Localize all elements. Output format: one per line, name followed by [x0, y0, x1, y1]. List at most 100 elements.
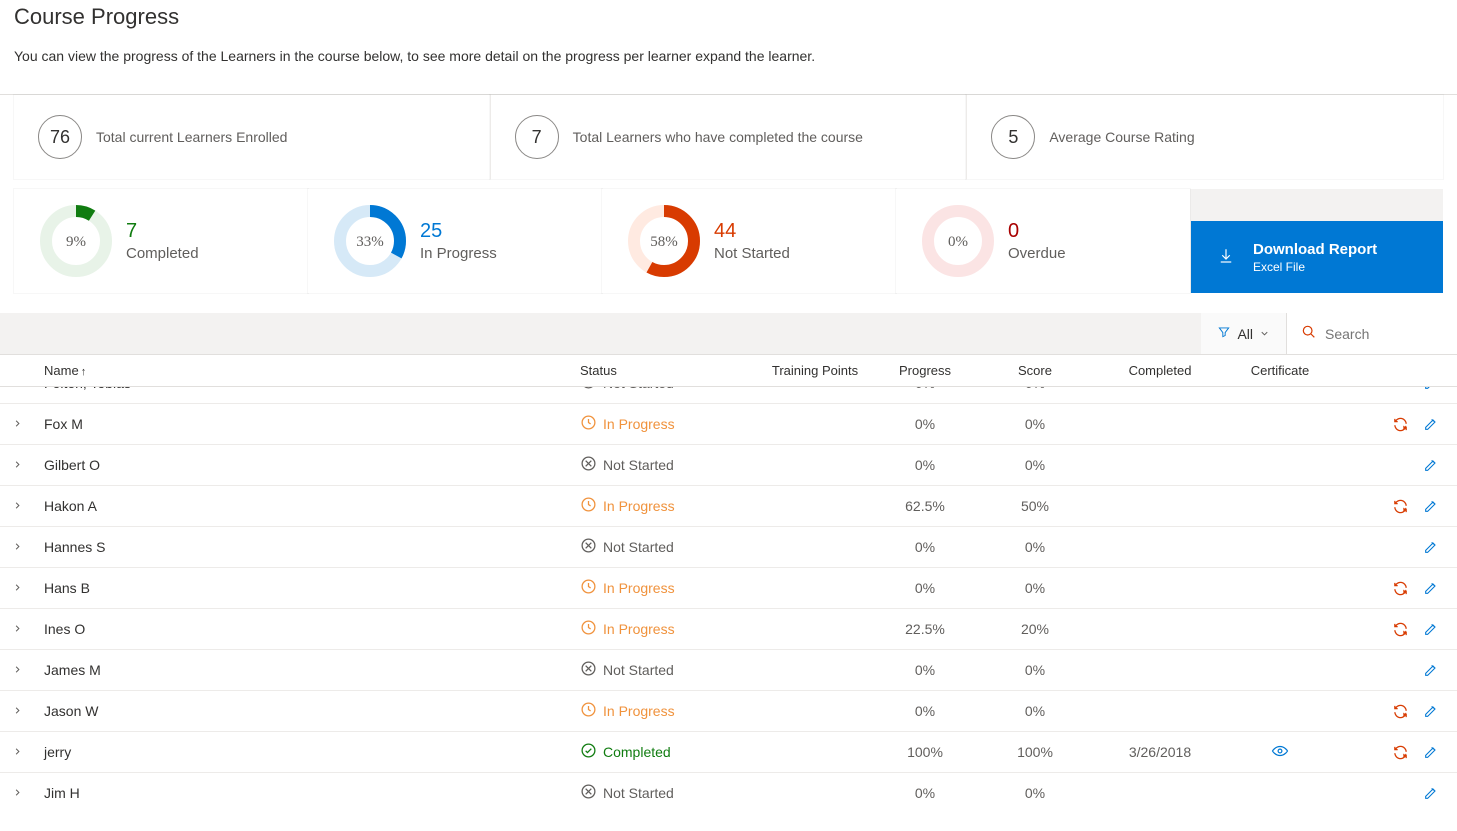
status-text: Completed	[603, 744, 671, 760]
status-cell: In Progress	[580, 496, 760, 516]
download-title: Download Report	[1253, 241, 1377, 258]
col-header-cert[interactable]: Certificate	[1230, 363, 1330, 378]
status-icon	[580, 537, 597, 557]
score-cell: 0%	[980, 580, 1090, 596]
cert-cell	[1230, 742, 1330, 763]
status-icon	[580, 414, 597, 434]
refresh-icon[interactable]	[1392, 498, 1409, 515]
page-title: Course Progress	[14, 0, 1443, 48]
edit-icon[interactable]	[1423, 785, 1439, 801]
expand-chevron-icon[interactable]	[12, 703, 23, 719]
filter-all-button[interactable]: All	[1201, 313, 1287, 354]
expand-chevron-icon[interactable]	[12, 457, 23, 473]
expand-chevron-icon[interactable]	[12, 498, 23, 514]
status-icon	[580, 783, 597, 802]
table-row: jerry Completed 100% 100% 3/26/2018	[0, 732, 1457, 773]
notstarted-donut: 58%	[626, 203, 702, 279]
completed-label: Total Learners who have completed the co…	[573, 129, 863, 145]
progress-cell: 0%	[870, 457, 980, 473]
enrolled-count: 76	[38, 115, 82, 159]
edit-icon[interactable]	[1423, 416, 1439, 433]
status-text: Not Started	[603, 457, 674, 473]
edit-icon[interactable]	[1423, 539, 1439, 555]
expand-chevron-icon[interactable]	[12, 416, 23, 432]
edit-icon[interactable]	[1423, 387, 1439, 391]
table-row: Hans B In Progress 0% 0%	[0, 568, 1457, 609]
inprogress-status-label: In Progress	[420, 245, 497, 262]
edit-icon[interactable]	[1423, 457, 1439, 473]
status-cell: Not Started	[580, 660, 760, 680]
notstarted-status-label: Not Started	[714, 245, 790, 262]
status-text: Not Started	[603, 662, 674, 678]
enrolled-label: Total current Learners Enrolled	[96, 129, 287, 145]
expand-chevron-icon[interactable]	[12, 785, 23, 801]
completed-status-label: Completed	[126, 245, 199, 262]
search-input[interactable]	[1325, 326, 1445, 342]
search-icon	[1301, 324, 1317, 343]
learner-name: James M	[40, 662, 580, 678]
table-row: Gilbert O Not Started 0% 0%	[0, 445, 1457, 486]
overdue-status-label: Overdue	[1008, 245, 1066, 262]
view-certificate-icon[interactable]	[1271, 742, 1289, 760]
completed-count: 7	[515, 115, 559, 159]
refresh-icon[interactable]	[1392, 416, 1409, 433]
score-cell: 100%	[980, 744, 1090, 760]
col-header-progress[interactable]: Progress	[870, 363, 980, 378]
edit-icon[interactable]	[1423, 621, 1439, 638]
edit-icon[interactable]	[1423, 662, 1439, 678]
refresh-icon[interactable]	[1392, 703, 1409, 720]
expand-chevron-icon[interactable]	[12, 744, 23, 760]
status-tile-inprogress[interactable]: 33% 25 In Progress	[308, 189, 602, 293]
expand-chevron-icon[interactable]	[12, 621, 23, 637]
summary-card-completed: 7 Total Learners who have completed the …	[490, 95, 967, 179]
summary-row: 76 Total current Learners Enrolled 7 Tot…	[14, 95, 1443, 179]
status-icon	[580, 455, 597, 475]
learner-name: Fox M	[40, 416, 580, 432]
inprogress-donut: 33%	[332, 203, 408, 279]
learner-name: Hannes S	[40, 539, 580, 555]
refresh-icon[interactable]	[1392, 621, 1409, 638]
edit-icon[interactable]	[1423, 498, 1439, 515]
status-tile-notstarted[interactable]: 58% 44 Not Started	[602, 189, 896, 293]
svg-text:58%: 58%	[650, 234, 678, 250]
status-tile-completed[interactable]: 9% 7 Completed	[14, 189, 308, 293]
edit-icon[interactable]	[1423, 703, 1439, 720]
score-cell: 50%	[980, 498, 1090, 514]
refresh-icon[interactable]	[1392, 580, 1409, 597]
col-header-points[interactable]: Training Points	[760, 363, 870, 378]
table-row: Hannes S Not Started 0% 0%	[0, 527, 1457, 568]
status-text: Not Started	[603, 785, 674, 801]
progress-cell: 0%	[870, 785, 980, 801]
sort-asc-icon: ↑	[81, 366, 87, 378]
status-cell: Not Started	[580, 455, 760, 475]
learner-name: Gilbert O	[40, 457, 580, 473]
status-text: In Progress	[603, 703, 675, 719]
table-header: Name↑ Status Training Points Progress Sc…	[0, 355, 1457, 387]
overdue-donut: 0%	[920, 203, 996, 279]
learner-name: Hakon A	[40, 498, 580, 514]
expand-chevron-icon[interactable]	[12, 539, 23, 555]
expand-chevron-icon[interactable]	[12, 662, 23, 678]
learners-table: Name↑ Status Training Points Progress Sc…	[0, 355, 1457, 802]
refresh-icon[interactable]	[1392, 744, 1409, 761]
progress-cell: 100%	[870, 744, 980, 760]
download-report-button[interactable]: Download Report Excel File	[1191, 221, 1443, 293]
col-header-score[interactable]: Score	[980, 363, 1090, 378]
table-row: Hakon A In Progress 62.5% 50%	[0, 486, 1457, 527]
status-cell: Not Started	[580, 783, 760, 802]
col-header-status[interactable]: Status	[580, 363, 760, 378]
expand-chevron-icon[interactable]	[12, 580, 23, 596]
search-box[interactable]	[1287, 313, 1457, 354]
expand-chevron-icon[interactable]	[12, 387, 23, 391]
status-cell: Not Started	[580, 387, 760, 393]
status-text: Not Started	[603, 387, 674, 391]
edit-icon[interactable]	[1423, 744, 1439, 761]
col-header-name[interactable]: Name↑	[40, 363, 580, 378]
col-header-completed[interactable]: Completed	[1090, 363, 1230, 378]
status-row: 9% 7 Completed 33% 25 In Progress 58% 44…	[14, 189, 1443, 293]
edit-icon[interactable]	[1423, 580, 1439, 597]
rating-value: 5	[991, 115, 1035, 159]
status-tile-overdue[interactable]: 0% 0 Overdue	[896, 189, 1190, 293]
filter-all-label: All	[1237, 326, 1253, 342]
table-row: Jason W In Progress 0% 0%	[0, 691, 1457, 732]
